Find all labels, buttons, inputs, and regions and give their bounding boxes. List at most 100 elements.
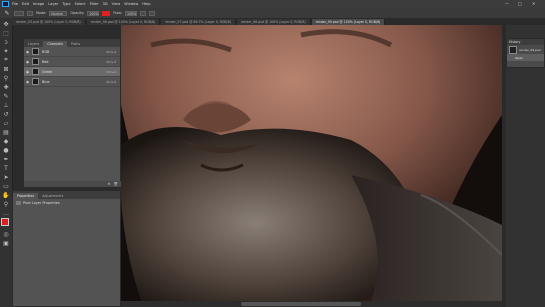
snapshot-label: render_09.psd (519, 47, 541, 52)
flow-label: Flow: (113, 11, 123, 15)
menu-file[interactable]: File (12, 2, 18, 6)
channel-row-blue[interactable]: ◉ Blue Ctrl+5 (24, 77, 120, 87)
shape-tool-icon[interactable]: ▭ (2, 182, 10, 190)
menu-select[interactable]: Select (75, 2, 86, 6)
marquee-tool-icon[interactable]: ⬚ (2, 29, 10, 37)
dodge-tool-icon[interactable]: ● (2, 146, 10, 154)
maximize-icon[interactable]: □ (518, 1, 522, 6)
opacity-input[interactable]: 100% (87, 10, 100, 16)
menu-help[interactable]: Help (142, 2, 150, 6)
brush-tool-icon[interactable]: ✎ (0, 10, 14, 17)
horizontal-scrollbar[interactable] (121, 301, 502, 307)
healing-brush-tool-icon[interactable]: ✚ (2, 83, 10, 91)
history-brush-tool-icon[interactable]: ↺ (2, 110, 10, 118)
zoom-tool-icon[interactable]: ⚲ (2, 200, 10, 208)
menu-image[interactable]: Image (33, 2, 44, 6)
lasso-tool-icon[interactable]: ↄ (2, 38, 10, 46)
quick-mask-icon[interactable]: ◎ (2, 230, 10, 238)
channel-name: RGB (42, 49, 50, 54)
brush-settings-toggle[interactable] (27, 10, 33, 16)
scrollbar-thumb[interactable] (241, 302, 361, 306)
blur-tool-icon[interactable]: ◆ (2, 137, 10, 145)
channel-row-rgb[interactable]: ◉ RGB Ctrl+2 (24, 47, 120, 57)
tab-properties[interactable]: Properties (13, 193, 39, 199)
properties-panel: Properties Adjustments Pixel Layer Prope… (12, 190, 121, 307)
menu-view[interactable]: View (112, 2, 121, 6)
brush-tool-icon[interactable]: ✎ (2, 92, 10, 100)
menu-bar: File Edit Image Layer Type Select Filter… (0, 0, 545, 8)
channel-name: Blue (42, 79, 50, 84)
type-tool-icon[interactable]: T (2, 164, 10, 172)
foreground-color-swatch[interactable] (102, 10, 111, 16)
channel-thumbnail (32, 48, 39, 55)
flow-input[interactable]: 100% (125, 10, 138, 16)
channel-row-red[interactable]: ◉ Red Ctrl+3 (24, 57, 120, 67)
opacity-label: Opacity: (70, 11, 85, 15)
channel-name: Green (42, 69, 53, 74)
channel-shortcut: Ctrl+4 (106, 69, 116, 74)
history-state-label: Open (515, 55, 524, 60)
path-select-tool-icon[interactable]: ➤ (2, 173, 10, 181)
tab-layers[interactable]: Layers (24, 41, 43, 47)
document-canvas[interactable] (121, 25, 502, 301)
more-tools-icon[interactable]: … (2, 209, 10, 217)
document-tab-bar: render_05.psd @ 100% (Layer 0, RGB/8) re… (12, 18, 545, 25)
history-snapshot[interactable]: render_09.psd (507, 45, 544, 54)
properties-header: Pixel Layer Properties (13, 199, 120, 207)
crop-tool-icon[interactable]: ⌗ (2, 56, 10, 64)
screen-mode-icon[interactable]: ▣ (2, 239, 10, 247)
channel-thumbnail (32, 78, 39, 85)
foreground-color-swatch[interactable] (1, 218, 9, 226)
history-state[interactable]: Open (507, 54, 544, 61)
delete-channel-icon[interactable]: 🗑 (114, 182, 118, 186)
tab-channels[interactable]: Channels (43, 41, 67, 47)
channel-thumbnail (32, 58, 39, 65)
menu-3d[interactable]: 3D (103, 2, 108, 6)
frame-tool-icon[interactable]: ⊠ (2, 65, 10, 73)
mode-select[interactable]: Normal (49, 10, 68, 16)
channel-name: Red (42, 59, 49, 64)
eye-icon[interactable]: ◉ (26, 70, 31, 74)
new-channel-icon[interactable]: ⊕ (108, 182, 111, 186)
hand-tool-icon[interactable]: ✋ (2, 191, 10, 199)
menu-layer[interactable]: Layer (48, 2, 58, 6)
eraser-tool-icon[interactable]: ▱ (2, 119, 10, 127)
channel-thumbnail (32, 68, 39, 75)
panel-footer: ⊕ 🗑 (24, 181, 121, 187)
airbrush-toggle[interactable] (140, 10, 147, 16)
eye-icon[interactable]: ◉ (26, 50, 31, 54)
close-icon[interactable]: ✕ (532, 1, 535, 6)
tab-adjustments[interactable]: Adjustments (38, 193, 67, 199)
channel-shortcut: Ctrl+3 (106, 59, 116, 64)
brush-preset-picker[interactable] (14, 10, 24, 16)
channel-shortcut: Ctrl+2 (106, 49, 116, 54)
eye-icon[interactable]: ◉ (26, 80, 31, 84)
panel-tab-bar: Layers Channels Paths (24, 39, 120, 47)
pen-tool-icon[interactable]: ✒ (2, 155, 10, 163)
eyedropper-tool-icon[interactable]: ⚲ (2, 74, 10, 82)
mode-label: Mode: (36, 11, 47, 15)
panel-tab-bar: Properties Adjustments (13, 191, 120, 199)
pressure-toggle[interactable] (149, 10, 156, 16)
eye-icon[interactable]: ◉ (26, 60, 31, 64)
gradient-tool-icon[interactable]: ▤ (2, 128, 10, 136)
tab-paths[interactable]: Paths (67, 41, 84, 47)
quick-select-tool-icon[interactable]: ✦ (2, 47, 10, 55)
photoshop-logo-icon (2, 1, 9, 7)
channel-shortcut: Ctrl+5 (106, 79, 116, 84)
move-tool-icon[interactable]: ✥ (2, 20, 10, 28)
channels-panel: Layers Channels Paths ◉ RGB Ctrl+2 ◉ Red… (23, 38, 121, 188)
clone-stamp-tool-icon[interactable]: ⊥ (2, 101, 10, 109)
document-tab[interactable]: render_05.psd @ 100% (Layer 0, RGB/8) (12, 19, 86, 25)
minimize-icon[interactable]: — (505, 1, 509, 6)
channel-row-green[interactable]: ◉ Green Ctrl+4 (24, 67, 120, 77)
portrait-image (121, 25, 502, 301)
menu-edit[interactable]: Edit (22, 2, 29, 6)
menu-filter[interactable]: Filter (90, 2, 99, 6)
menu-window[interactable]: Window (124, 2, 138, 6)
pixel-layer-icon (16, 201, 21, 205)
properties-item-label: Pixel Layer Properties (23, 201, 60, 205)
menu-type[interactable]: Type (62, 2, 70, 6)
history-panel: History render_09.psd Open (506, 38, 545, 68)
snapshot-thumbnail (509, 45, 517, 54)
